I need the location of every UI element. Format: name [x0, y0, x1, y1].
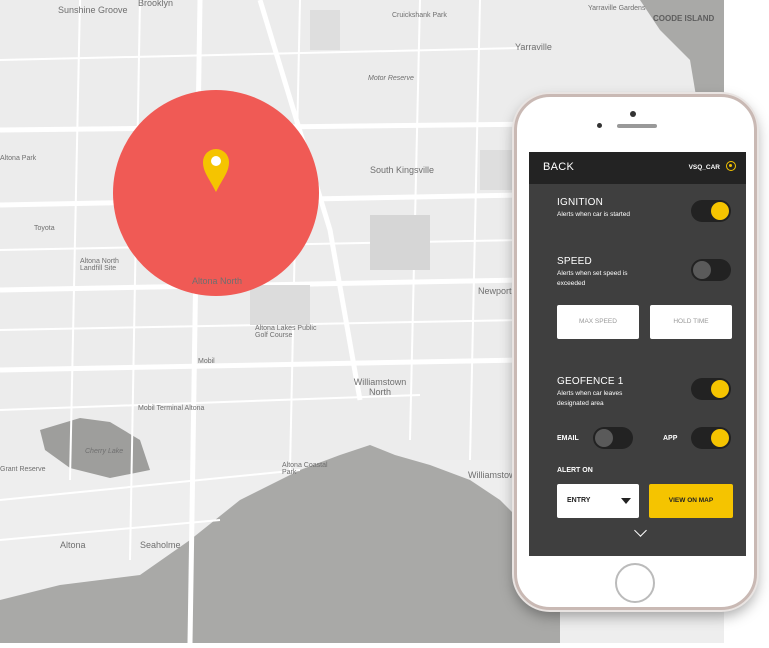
email-label: EMAIL — [557, 435, 579, 442]
back-button[interactable]: BACK — [543, 161, 574, 173]
hold-time-button[interactable]: HOLD TIME — [650, 305, 732, 339]
top-bar: BACK VSQ_CAR — [529, 152, 746, 184]
toggle-knob — [595, 429, 613, 447]
map-label: South Kingsville — [370, 165, 435, 175]
phone-speaker — [617, 124, 657, 128]
map-label: Seaholme — [140, 540, 181, 550]
alert-on-select[interactable]: ENTRY — [557, 484, 639, 518]
view-on-map-button[interactable]: VIEW ON MAP — [649, 484, 733, 518]
alert-on-label: ALERT ON — [557, 467, 593, 474]
max-speed-button[interactable]: MAX SPEED — [557, 305, 639, 339]
toggle-knob — [711, 202, 729, 220]
alerts-screen: BACK VSQ_CAR IGNITION Alerts when car is… — [529, 152, 746, 556]
alert-on-value: ENTRY — [567, 497, 591, 504]
speed-subtitle: Alerts when set speed is exceeded — [557, 270, 628, 287]
map-label: Mobil Terminal Altona — [138, 405, 205, 412]
home-button[interactable] — [615, 563, 655, 603]
map-label: Williamstown North — [353, 377, 407, 397]
app-label: APP — [663, 435, 678, 442]
phone-camera — [597, 123, 602, 128]
map-label: Motor Reserve — [368, 75, 414, 82]
map-label: COODE ISLAND — [653, 14, 715, 23]
chevron-down-icon[interactable] — [634, 524, 647, 537]
map-label: Mobil — [198, 358, 215, 365]
map-label: Cherry Lake — [85, 448, 124, 455]
geofence-toggle[interactable] — [691, 378, 731, 400]
map-label: Yarraville Gardens — [588, 5, 646, 12]
ignition-title: IGNITION — [557, 197, 604, 208]
map-label: Brooklyn — [138, 0, 174, 8]
email-toggle[interactable] — [593, 427, 633, 449]
map-label: Altona Coastal Park — [282, 462, 328, 476]
app-toggle[interactable] — [691, 427, 731, 449]
speed-toggle[interactable] — [691, 259, 731, 281]
map-label: Altona — [60, 540, 86, 550]
map-label: Williamstown — [468, 470, 521, 480]
toggle-knob — [693, 261, 711, 279]
map-label: Sunshine Groove — [58, 5, 128, 15]
map-label: Newport — [478, 286, 512, 296]
map-label: Cruickshank Park — [392, 12, 447, 19]
dropdown-arrow-icon — [621, 498, 631, 504]
phone-mockup: BACK VSQ_CAR IGNITION Alerts when car is… — [514, 94, 757, 610]
map-label: Toyota — [34, 225, 55, 232]
toggle-knob — [711, 380, 729, 398]
vehicle-name[interactable]: VSQ_CAR — [689, 164, 720, 171]
map-label: Altona North Landfill Site — [80, 258, 119, 272]
speed-title: SPEED — [557, 256, 592, 267]
ignition-toggle[interactable] — [691, 200, 731, 222]
map-label: Grant Reserve — [0, 466, 46, 473]
map-label: Altona Lakes Public Golf Course — [255, 325, 317, 339]
geofence-title: GEOFENCE 1 — [557, 376, 624, 387]
vehicle-selector-icon[interactable] — [726, 161, 736, 171]
toggle-knob — [711, 429, 729, 447]
geofence-circle — [113, 90, 319, 296]
geofence-subtitle: Alerts when car leaves designated area — [557, 390, 623, 407]
phone-sensor — [630, 111, 636, 117]
map-label: Yarraville — [515, 42, 552, 52]
ignition-subtitle: Alerts when car is started — [557, 211, 630, 218]
map-label: Altona North — [192, 276, 243, 286]
map-label: Altona Park — [0, 155, 37, 162]
